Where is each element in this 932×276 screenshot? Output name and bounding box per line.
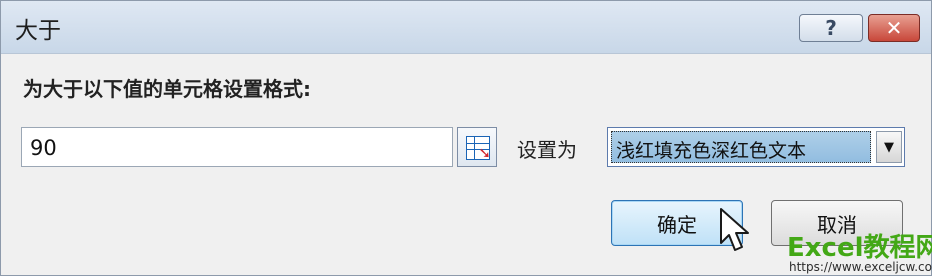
range-select-button[interactable]: ➘ xyxy=(457,127,497,167)
prompt-label: 为大于以下值的单元格设置格式: xyxy=(23,77,311,101)
title-bar: 大于 ? ✕ xyxy=(1,1,931,54)
watermark-title: Excel教程网 xyxy=(787,233,932,263)
format-label: 设置为 xyxy=(517,138,577,162)
watermark: Excel教程网 https://www.exceljcw.com xyxy=(787,227,932,275)
format-select[interactable]: 浅红填充色深红色文本 ▼ xyxy=(607,127,905,167)
dropdown-arrow-icon[interactable]: ▼ xyxy=(876,131,902,163)
help-button[interactable]: ? xyxy=(799,14,863,42)
dialog-title: 大于 xyxy=(15,18,61,44)
close-icon: ✕ xyxy=(885,16,903,40)
mouse-pointer-icon xyxy=(720,208,749,251)
value-input[interactable]: 90 xyxy=(21,127,453,167)
format-selected-value[interactable]: 浅红填充色深红色文本 xyxy=(611,131,871,163)
watermark-url: https://www.exceljcw.com xyxy=(789,260,932,274)
close-button[interactable]: ✕ xyxy=(868,14,920,42)
range-arrow-icon: ➘ xyxy=(478,144,491,162)
greater-than-dialog: 大于 ? ✕ 为大于以下值的单元格设置格式: 90 ➘ 设置为 浅红填充色深红色… xyxy=(0,0,932,276)
help-icon: ? xyxy=(825,16,837,40)
